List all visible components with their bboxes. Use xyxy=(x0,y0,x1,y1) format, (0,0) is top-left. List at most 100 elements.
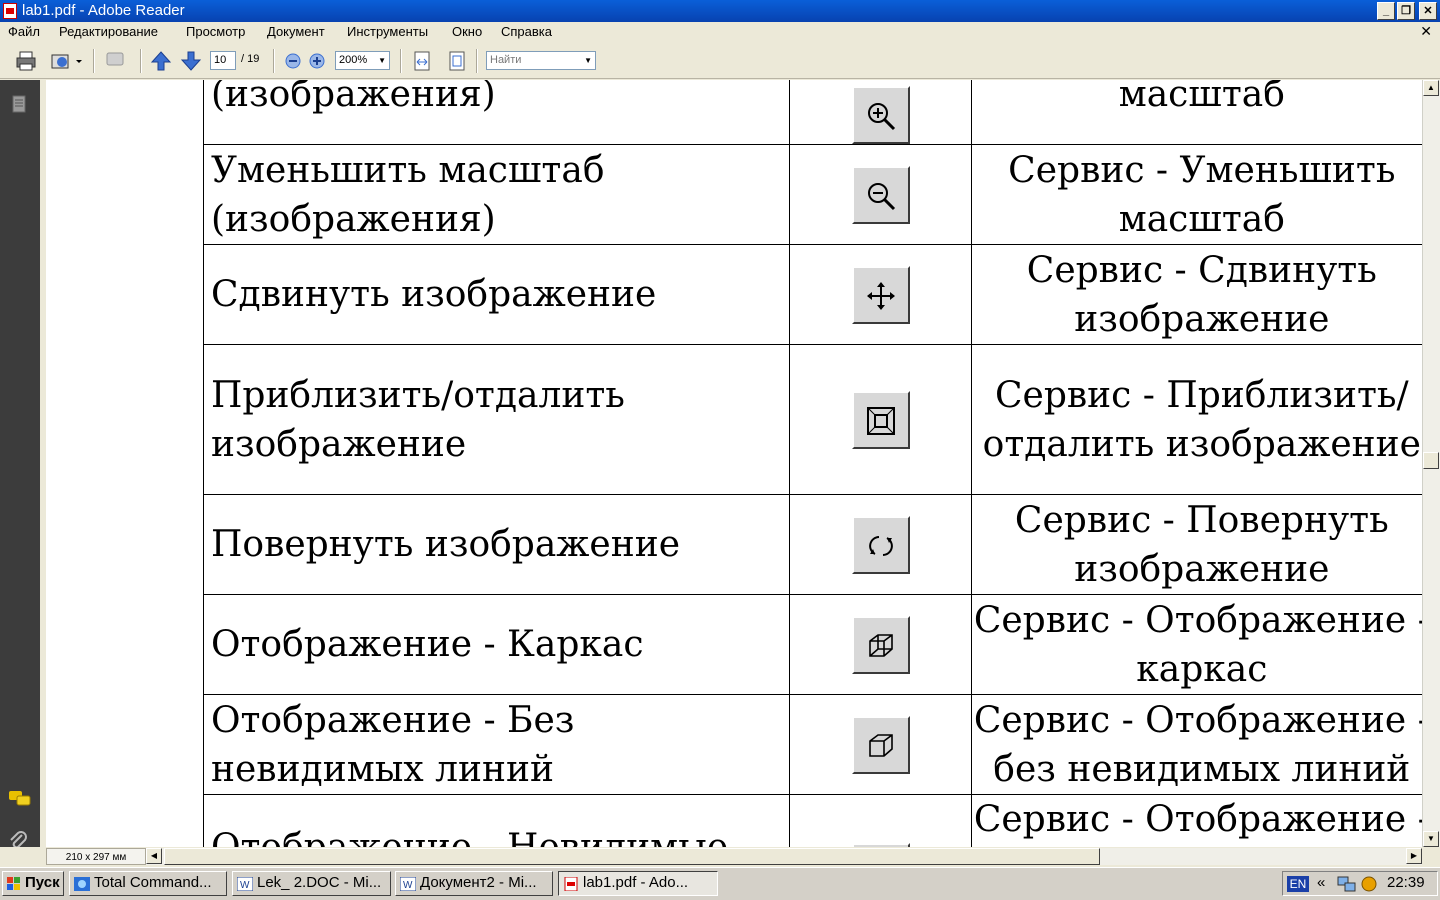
table-row: Отображение - Невидимые Сервис - Отображ… xyxy=(202,794,1422,847)
menu-path-text: Сервис - Повернуть изображение xyxy=(1014,499,1389,590)
search-input[interactable]: Найти ▼ xyxy=(486,51,596,70)
task-label: Total Command... xyxy=(94,874,212,891)
network-icon[interactable] xyxy=(1337,875,1357,893)
action-text: Отображение - Невидимые xyxy=(211,827,728,847)
icon-cell xyxy=(789,344,972,495)
commands-table: (изображения) масштаб Уменьшить масштаб … xyxy=(202,80,1422,847)
status-row: 210 x 297 мм ◀ ▶ xyxy=(0,847,1440,867)
comments-icon[interactable] xyxy=(8,788,31,810)
system-tray: EN « 22:39 xyxy=(1282,871,1438,896)
clock: 22:39 xyxy=(1387,874,1425,891)
fit-page-icon[interactable] xyxy=(446,50,468,72)
tray-app-icon[interactable] xyxy=(1359,875,1379,893)
table-row: Отображение - Без невидимых линий Сервис… xyxy=(202,694,1422,795)
scroll-up-icon[interactable]: ▲ xyxy=(1423,80,1439,96)
icon-cell xyxy=(789,244,972,345)
zoom-out-icon xyxy=(851,165,910,224)
pdf-icon xyxy=(564,877,578,891)
search-placeholder: Найти xyxy=(490,54,522,66)
action-text: Отображение - Без невидимых линий xyxy=(211,699,575,790)
adobe-reader-icon xyxy=(3,3,17,19)
page-number-input[interactable]: 10 xyxy=(210,51,236,70)
action-cell: (изображения) xyxy=(202,80,791,145)
zoom-in-icon xyxy=(851,85,910,144)
minimize-button[interactable]: _ xyxy=(1377,2,1395,20)
task-document2[interactable]: W Документ2 - Mi... xyxy=(395,871,553,896)
print-icon[interactable] xyxy=(15,50,37,72)
horizontal-scroll-thumb[interactable] xyxy=(164,848,1100,865)
action-text: (изображения) xyxy=(211,80,496,115)
menu-path-text: масштаб xyxy=(1118,80,1285,115)
menu-path-cell: Сервис - Отображение - каркас xyxy=(970,594,1422,695)
scroll-right-icon[interactable]: ▶ xyxy=(1406,848,1422,864)
action-text: Уменьшить масштаб (изображения) xyxy=(211,149,605,240)
email-icon[interactable] xyxy=(50,50,82,72)
svg-text:W: W xyxy=(240,880,250,891)
menu-edit[interactable]: Редактирование xyxy=(59,24,158,39)
zoom-window-icon xyxy=(851,390,910,449)
language-indicator[interactable]: EN xyxy=(1287,876,1309,892)
task-label: Документ2 - Mi... xyxy=(420,874,537,891)
pages-icon[interactable] xyxy=(8,94,30,116)
action-text: Сдвинуть изображение xyxy=(211,274,657,315)
action-cell: Отображение - Каркас xyxy=(202,594,791,695)
previous-page-icon[interactable] xyxy=(150,50,172,72)
scroll-left-icon[interactable]: ◀ xyxy=(146,848,162,864)
vertical-scroll-thumb[interactable] xyxy=(1423,452,1439,469)
menu-path-cell: Сервис - Отображение - без невидимых лин… xyxy=(970,694,1422,795)
comment-icon[interactable] xyxy=(104,50,126,72)
fit-width-icon[interactable] xyxy=(411,50,433,72)
start-label: Пуск xyxy=(25,874,60,891)
total-commander-icon xyxy=(74,877,90,891)
action-cell: Уменьшить масштаб (изображения) xyxy=(202,144,791,245)
task-label: lab1.pdf - Ado... xyxy=(583,874,689,891)
task-lab1-pdf[interactable]: lab1.pdf - Ado... xyxy=(558,871,718,896)
title-bar: lab1.pdf - Adobe Reader _ ❐ ✕ xyxy=(0,0,1440,22)
action-cell: Сдвинуть изображение xyxy=(202,244,791,345)
close-button[interactable]: ✕ xyxy=(1419,2,1437,20)
vertical-scrollbar[interactable]: ▲ ▼ xyxy=(1422,80,1440,847)
menu-document[interactable]: Документ xyxy=(267,24,325,39)
menu-path-text: Сервис - Уменьшить масштаб xyxy=(1008,149,1396,240)
zoom-in-toolbar-icon[interactable] xyxy=(307,50,329,72)
windows-logo-icon xyxy=(7,877,20,890)
wireframe-icon xyxy=(851,615,910,674)
next-page-icon[interactable] xyxy=(180,50,202,72)
restore-button[interactable]: ❐ xyxy=(1397,2,1415,20)
show-hidden-icons-icon[interactable]: « xyxy=(1317,873,1325,893)
zoom-out-toolbar-icon[interactable] xyxy=(283,50,305,72)
menu-path-text: Сервис - Сдвинуть изображение xyxy=(1026,249,1377,340)
word-icon: W xyxy=(237,877,253,891)
menu-tools[interactable]: Инструменты xyxy=(347,24,428,39)
page-size-indicator: 210 x 297 мм xyxy=(46,848,146,865)
menu-view[interactable]: Просмотр xyxy=(186,24,245,39)
menu-help[interactable]: Справка xyxy=(501,24,552,39)
task-total-commander[interactable]: Total Command... xyxy=(69,871,227,896)
icon-cell xyxy=(789,694,972,795)
document-view[interactable]: (изображения) масштаб Уменьшить масштаб … xyxy=(46,80,1422,847)
chevron-down-icon: ▼ xyxy=(584,56,592,65)
table-row: (изображения) масштаб xyxy=(202,80,1422,145)
action-cell: Повернуть изображение xyxy=(202,494,791,595)
scroll-down-icon[interactable]: ▼ xyxy=(1423,831,1439,847)
navigation-pane xyxy=(0,80,40,867)
icon-cell xyxy=(789,494,972,595)
table-row: Сдвинуть изображение Сервис - Сдвинуть и… xyxy=(202,244,1422,345)
action-cell: Отображение - Невидимые xyxy=(202,794,791,847)
action-text: Повернуть изображение xyxy=(211,524,681,565)
task-lek-doc[interactable]: W Lek_ 2.DOC - Mi... xyxy=(232,871,391,896)
horizontal-scrollbar[interactable]: ◀ ▶ xyxy=(146,848,1422,865)
document-close-icon[interactable]: ✕ xyxy=(1420,23,1432,40)
menu-path-cell: Сервис - Приблизить/отдалить изображение xyxy=(970,344,1422,495)
zoom-select[interactable]: 200% ▼ xyxy=(335,51,390,70)
menu-path-cell: Сервис - Отображение - xyxy=(970,794,1422,847)
word-icon: W xyxy=(400,877,416,891)
icon-cell xyxy=(789,794,972,847)
menu-path-text: Сервис - Отображение - xyxy=(973,799,1422,840)
menu-file[interactable]: Файл xyxy=(8,24,40,39)
menu-window[interactable]: Окно xyxy=(452,24,482,39)
icon-cell xyxy=(789,594,972,695)
start-button[interactable]: Пуск xyxy=(2,871,64,896)
icon-cell xyxy=(789,144,972,245)
menu-path-cell: Сервис - Уменьшить масштаб xyxy=(970,144,1422,245)
